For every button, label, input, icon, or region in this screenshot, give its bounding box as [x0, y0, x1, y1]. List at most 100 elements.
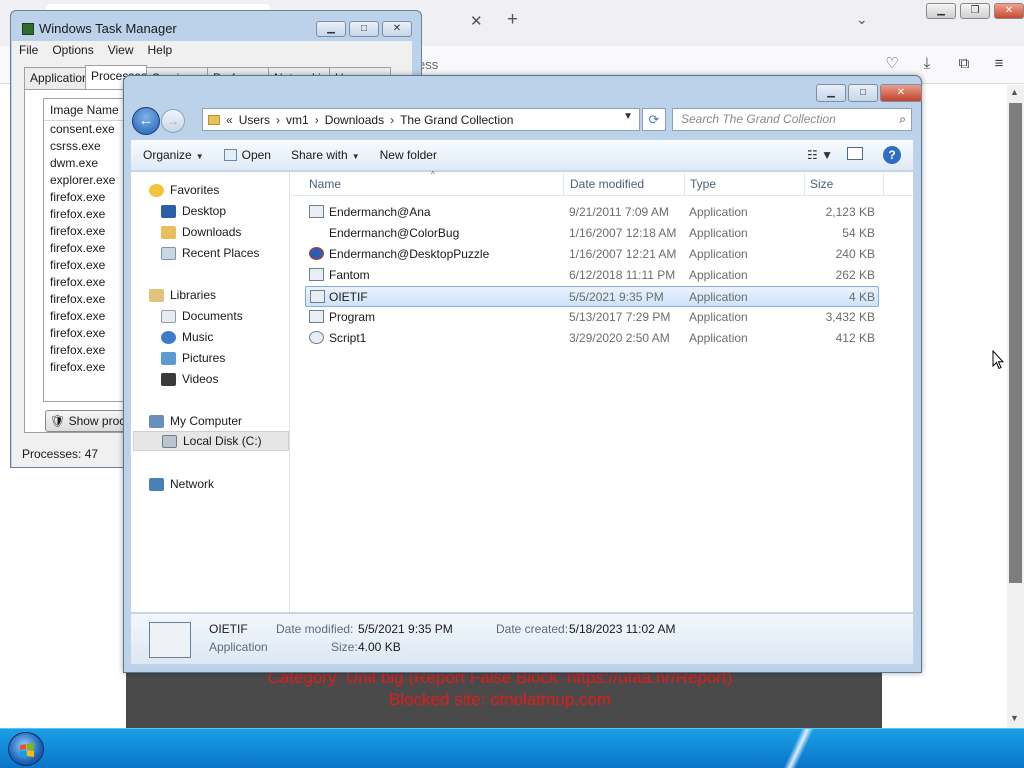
tab-applications[interactable]: Applications [24, 67, 86, 89]
file-row[interactable]: Endermanch@DesktopPuzzle 1/16/2007 12:21… [305, 244, 879, 265]
open-button[interactable]: Open [214, 148, 281, 162]
file-row[interactable]: Fantom 6/12/2018 11:11 PM Application 26… [305, 265, 879, 286]
address-bar[interactable]: « Users › vm1 › Downloads › The Grand Co… [202, 108, 640, 131]
share-with-button[interactable]: Share with ▼ [281, 148, 370, 162]
maximize-button[interactable]: □ [848, 84, 878, 102]
process-row[interactable]: csrss.exe [44, 138, 132, 155]
column-name[interactable]: Name [309, 177, 341, 191]
minimize-button[interactable]: ▁ [926, 3, 956, 19]
breadcrumb-vm1[interactable]: vm1 [286, 113, 309, 127]
process-row[interactable]: consent.exe [44, 121, 132, 138]
search-input[interactable]: Search The Grand Collection ⌕ [672, 108, 912, 131]
column-size[interactable]: Size [810, 177, 833, 191]
file-row[interactable]: Endermanch@ColorBug 1/16/2007 12:18 AM A… [305, 223, 879, 244]
search-icon[interactable]: ⌕ [899, 112, 906, 127]
organize-button[interactable]: Organize ▼ [131, 148, 214, 162]
scrollbar-thumb[interactable] [1009, 103, 1022, 583]
menu-options[interactable]: Options [45, 41, 100, 61]
process-row[interactable]: firefox.exe [44, 308, 132, 325]
file-row-selected[interactable]: OIETIF 5/5/2021 9:35 PM Application 4 KB [305, 286, 879, 307]
menu-help[interactable]: Help [141, 41, 180, 61]
process-row[interactable]: firefox.exe [44, 359, 132, 376]
nav-documents-label: Documents [182, 309, 243, 323]
page-scrollbar[interactable]: ▲ ▼ [1007, 85, 1024, 728]
maximize-button[interactable]: □ [349, 21, 379, 37]
process-row[interactable]: firefox.exe [44, 240, 132, 257]
change-view-icon[interactable]: ☷ ▼ [807, 148, 833, 162]
column-header-image-name[interactable]: Image Name [44, 99, 132, 121]
drive-icon [162, 434, 177, 448]
process-row[interactable]: firefox.exe [44, 223, 132, 240]
column-divider[interactable] [684, 173, 685, 195]
process-row[interactable]: firefox.exe [44, 206, 132, 223]
pocket-icon[interactable]: ♡ [883, 55, 901, 73]
breadcrumb-downloads[interactable]: Downloads [325, 113, 384, 127]
menu-file[interactable]: File [12, 41, 45, 61]
show-all-processes-button[interactable]: 🛡 Show processes from all users [45, 410, 135, 432]
refresh-button[interactable]: ⟳ [642, 108, 666, 131]
address-dropdown-icon[interactable]: ▼ [623, 111, 633, 122]
process-row[interactable]: firefox.exe [44, 257, 132, 274]
process-row[interactable]: firefox.exe [44, 274, 132, 291]
nav-libraries[interactable]: Libraries [149, 285, 216, 305]
breadcrumb-separator-icon[interactable]: › [276, 113, 280, 127]
navigation-pane: Favorites Desktop Downloads Recent Place… [131, 172, 290, 612]
breadcrumb-separator-icon[interactable]: › [315, 113, 319, 127]
preview-pane-icon[interactable] [847, 147, 863, 160]
close-tab-icon[interactable]: ✕ [470, 12, 483, 30]
share-with-label: Share with [290, 148, 348, 162]
column-date-modified[interactable]: Date modified [570, 177, 644, 191]
process-row[interactable]: dwm.exe [44, 155, 132, 172]
nav-network[interactable]: Network [149, 474, 214, 494]
tab-list-icon[interactable]: ⌄ [856, 11, 868, 28]
process-row[interactable]: firefox.exe [44, 189, 132, 206]
back-button[interactable]: ← [132, 107, 160, 135]
breadcrumb-grand-collection[interactable]: The Grand Collection [400, 113, 513, 127]
minimize-button[interactable]: ▁ [816, 84, 846, 102]
close-button[interactable]: ✕ [994, 3, 1024, 19]
maximize-button[interactable]: ❐ [960, 3, 990, 19]
column-divider[interactable] [563, 173, 564, 195]
file-row[interactable]: Endermanch@Ana 9/21/2011 7:09 AM Applica… [305, 202, 879, 223]
nav-downloads[interactable]: Downloads [161, 222, 241, 242]
column-divider[interactable] [883, 173, 884, 195]
scroll-down-icon[interactable]: ▼ [1010, 713, 1019, 723]
process-row[interactable]: firefox.exe [44, 291, 132, 308]
file-row[interactable]: Program 5/13/2017 7:29 PM Application 3,… [305, 307, 879, 328]
process-row[interactable]: explorer.exe [44, 172, 132, 189]
nav-documents[interactable]: Documents [161, 306, 243, 326]
process-row[interactable]: firefox.exe [44, 342, 132, 359]
download-icon[interactable]: ⤓ [918, 55, 936, 73]
file-size: 262 KB [835, 268, 875, 282]
nav-recent-places[interactable]: Recent Places [161, 243, 259, 263]
breadcrumb-separator-icon[interactable]: › [390, 113, 394, 127]
nav-favorites[interactable]: Favorites [149, 180, 219, 200]
close-button[interactable]: ✕ [880, 84, 922, 102]
menu-icon[interactable]: ≡ [990, 55, 1008, 73]
start-button[interactable] [8, 732, 44, 766]
extensions-icon[interactable]: ⧉ [955, 55, 973, 73]
process-list[interactable]: Image Name consent.exe csrss.exe dwm.exe… [43, 98, 133, 402]
scroll-up-icon[interactable]: ▲ [1010, 87, 1019, 97]
nav-music[interactable]: Music [161, 327, 213, 347]
file-type: Application [689, 331, 748, 345]
breadcrumb-users[interactable]: Users [239, 113, 270, 127]
forward-button[interactable]: → [161, 109, 185, 133]
file-row[interactable]: Script1 3/29/2020 2:50 AM Application 41… [305, 328, 879, 349]
nav-desktop[interactable]: Desktop [161, 201, 226, 221]
menu-view[interactable]: View [101, 41, 141, 61]
nav-videos[interactable]: Videos [161, 369, 218, 389]
minimize-button[interactable]: ▁ [316, 21, 346, 37]
column-type[interactable]: Type [690, 177, 716, 191]
nav-local-disk[interactable]: Local Disk (C:) [133, 431, 289, 451]
breadcrumb-overflow[interactable]: « [226, 113, 233, 127]
nav-my-computer[interactable]: My Computer [149, 411, 242, 431]
column-divider[interactable] [804, 173, 805, 195]
help-icon[interactable]: ? [883, 146, 901, 164]
new-folder-button[interactable]: New folder [370, 148, 447, 162]
nav-pictures[interactable]: Pictures [161, 348, 225, 368]
process-row[interactable]: firefox.exe [44, 325, 132, 342]
close-button[interactable]: ✕ [382, 21, 412, 37]
new-tab-icon[interactable]: + [507, 9, 518, 31]
file-date: 6/12/2018 11:11 PM [569, 268, 676, 282]
